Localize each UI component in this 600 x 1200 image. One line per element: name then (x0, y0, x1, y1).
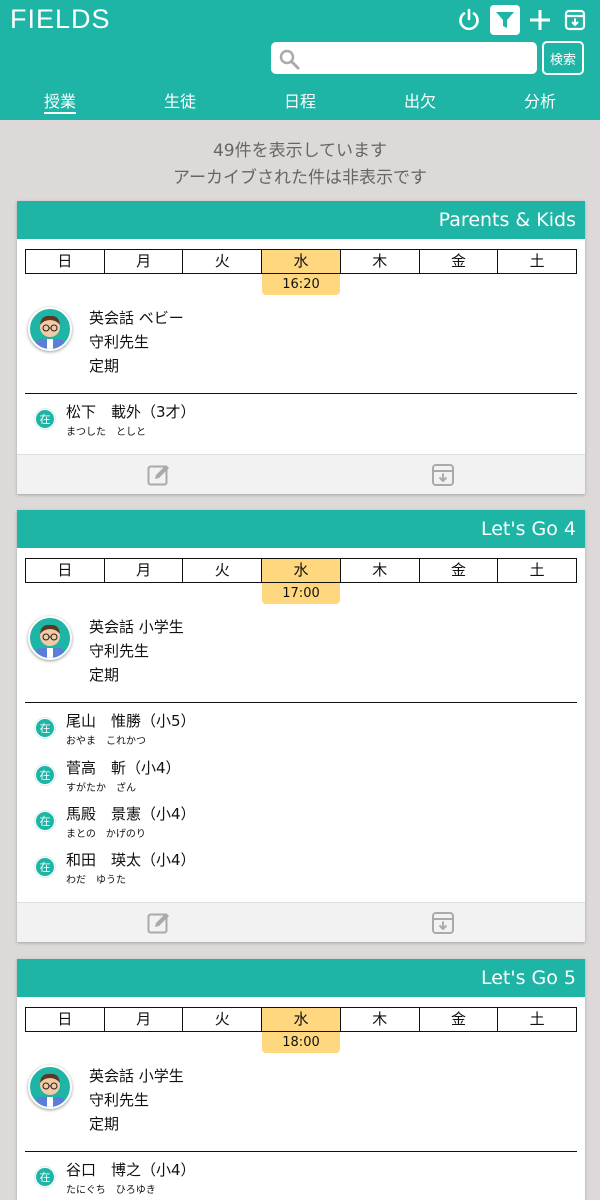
divider (25, 393, 577, 394)
tab-analysis[interactable]: 分析 (524, 88, 556, 114)
search-input[interactable] (306, 44, 534, 72)
teacher-name: 守利先生 (89, 1091, 150, 1109)
archive-icon[interactable] (431, 911, 455, 935)
teacher-avatar (28, 616, 72, 660)
weekday-row: 日 月 火 水 木 金 土 (25, 558, 577, 583)
archive-note-text: アーカイブされた件は非表示です (173, 168, 427, 188)
weekday-cell: 土 (497, 559, 576, 582)
weekday-cell: 日 (57, 561, 73, 579)
student-kana: おやま これかつ (66, 736, 146, 747)
course-name: 英会話 小学生 (89, 1067, 184, 1085)
teacher-avatar (28, 307, 72, 351)
weekday-row: 日 月 火 水 木 金 土 (25, 249, 577, 274)
class-time: 18:00 (262, 1032, 340, 1053)
class-time: 16:20 (262, 274, 340, 295)
weekday-cell: 金 (418, 250, 498, 273)
weekday-cell: 月 (103, 559, 183, 582)
weekday-cell-active: 水 (261, 1008, 340, 1031)
card-actions (17, 902, 585, 942)
search-icon (278, 48, 300, 70)
app-header: FIELDS 検索 授業 生徒 日程 出欠 分析 (0, 0, 600, 120)
class-type: 定期 (89, 666, 120, 684)
class-info: 英会話 小学生 守利先生 定期 (89, 615, 184, 687)
archive-icon[interactable] (561, 6, 589, 34)
weekday-row: 日 月 火 水 木 金 土 (25, 1007, 577, 1032)
main-tabs: 授業 生徒 日程 出欠 分析 (0, 88, 600, 118)
search-button[interactable]: 検索 (542, 41, 584, 75)
enrolled-badge: 在 (35, 1167, 55, 1187)
power-icon[interactable] (455, 6, 483, 34)
weekday-cell: 火 (182, 559, 261, 582)
course-name: 英会話 小学生 (89, 618, 184, 636)
weekday-cell: 火 (182, 250, 261, 273)
class-title: Let's Go 4 (17, 510, 585, 548)
class-type: 定期 (89, 1115, 120, 1133)
course-name: 英会話 ベビー (89, 309, 184, 327)
archive-icon[interactable] (431, 463, 455, 487)
tab-classes[interactable]: 授業 (44, 88, 76, 114)
student-name: 馬殿 景憲（小4） (66, 805, 196, 823)
tab-schedule[interactable]: 日程 (284, 88, 316, 114)
tab-students[interactable]: 生徒 (164, 88, 196, 114)
class-title: Parents & Kids (17, 201, 585, 239)
tab-attendance[interactable]: 出欠 (404, 88, 436, 114)
app-title: FIELDS (10, 4, 111, 34)
student-name: 谷口 博之（小4） (66, 1161, 196, 1179)
class-type: 定期 (89, 357, 120, 375)
enrolled-badge: 在 (35, 765, 55, 785)
edit-icon[interactable] (147, 911, 171, 935)
student-kana: まつした としと (66, 427, 146, 438)
filter-icon[interactable] (490, 5, 520, 35)
enrolled-badge: 在 (35, 857, 55, 877)
weekday-cell: 月 (103, 250, 183, 273)
teacher-name: 守利先生 (89, 333, 150, 351)
class-card[interactable]: Let's Go 4 日 月 火 水 木 金 土 17:00 英会話 小学生 守… (17, 510, 585, 942)
teacher-name: 守利先生 (89, 642, 150, 660)
weekday-cell: 日 (57, 1010, 73, 1028)
student-name: 松下 載外（3才） (66, 403, 196, 421)
weekday-cell: 金 (418, 1008, 498, 1031)
weekday-cell: 土 (497, 1008, 576, 1031)
class-title: Let's Go 5 (17, 959, 585, 997)
result-count-text: 49件を表示しています (212, 141, 388, 161)
weekday-cell-active: 水 (261, 559, 340, 582)
weekday-cell: 金 (418, 559, 498, 582)
class-card[interactable]: Parents & Kids 日 月 火 水 木 金 土 16:20 英会話 ベ… (17, 201, 585, 494)
enrolled-badge: 在 (35, 718, 55, 738)
divider (25, 1151, 577, 1152)
weekday-cell-active: 水 (261, 250, 340, 273)
student-kana: すがたか ざん (66, 783, 136, 794)
student-kana: わだ ゆうた (66, 875, 126, 886)
weekday-cell: 木 (339, 1008, 419, 1031)
student-kana: まとの かげのり (66, 829, 146, 840)
card-actions (17, 454, 585, 494)
weekday-cell: 土 (497, 250, 576, 273)
student-name: 和田 瑛太（小4） (66, 851, 196, 869)
weekday-cell: 月 (103, 1008, 183, 1031)
class-info: 英会話 小学生 守利先生 定期 (89, 1064, 184, 1136)
weekday-cell: 火 (182, 1008, 261, 1031)
plus-icon[interactable] (526, 6, 554, 34)
divider (25, 702, 577, 703)
edit-icon[interactable] (147, 463, 171, 487)
class-card[interactable]: Let's Go 5 日 月 火 水 木 金 土 18:00 英会話 小学生 守… (17, 959, 585, 1200)
weekday-cell: 日 (57, 252, 73, 270)
enrolled-badge: 在 (35, 811, 55, 831)
student-name: 菅高 斬（小4） (66, 759, 181, 777)
weekday-cell: 木 (339, 250, 419, 273)
weekday-cell: 木 (339, 559, 419, 582)
student-name: 尾山 惟勝（小5） (66, 712, 196, 730)
result-summary: 49件を表示しています アーカイブされた件は非表示です (0, 138, 600, 192)
enrolled-badge: 在 (35, 409, 55, 429)
teacher-avatar (28, 1065, 72, 1109)
class-time: 17:00 (262, 583, 340, 604)
student-kana: たにぐち ひろゆき (66, 1185, 156, 1196)
class-info: 英会話 ベビー 守利先生 定期 (89, 306, 184, 378)
